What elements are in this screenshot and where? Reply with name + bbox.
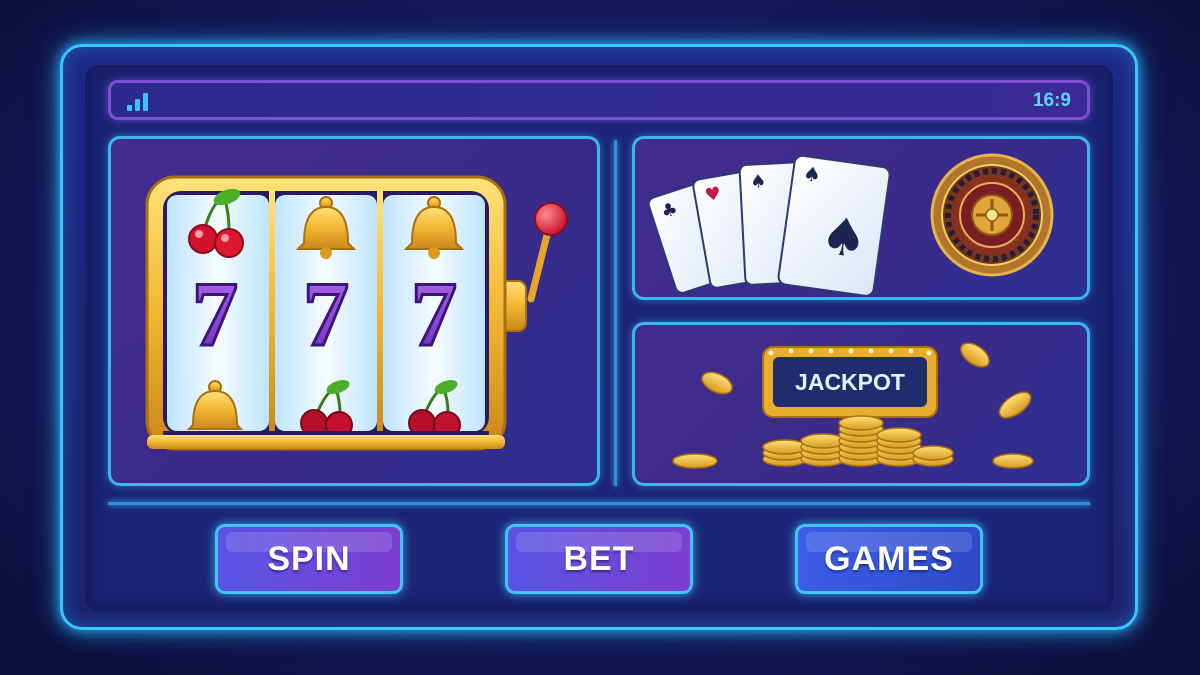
slot-lever[interactable] xyxy=(495,202,568,332)
slot-machine-art: 7 7 7 xyxy=(145,175,568,451)
bet-button[interactable]: BET xyxy=(505,524,693,594)
signal-bars-icon xyxy=(127,91,153,111)
jackpot-panel[interactable]: JACKPOT xyxy=(632,322,1090,486)
aspect-ratio-label: 16:9 xyxy=(1032,90,1071,111)
roulette-wheel-icon xyxy=(930,153,1054,277)
spin-button[interactable]: SPIN xyxy=(215,524,403,594)
panel-divider-horizontal xyxy=(108,502,1090,505)
games-button[interactable]: GAMES xyxy=(795,524,983,594)
playing-cards-icon: ♣ ♥ ♠ ♠ ♠ xyxy=(647,154,891,297)
games-button-label: GAMES xyxy=(824,539,954,578)
jackpot-label: JACKPOT xyxy=(795,369,905,395)
status-bar: 16:9 xyxy=(108,80,1090,120)
jackpot-sign: JACKPOT xyxy=(762,346,938,418)
spin-button-label: SPIN xyxy=(267,539,351,578)
panel-divider-vertical xyxy=(614,140,617,486)
seven-symbol: 7 xyxy=(303,263,349,365)
coin-pile-icon xyxy=(672,415,1034,469)
seven-symbol: 7 xyxy=(411,263,457,365)
slot-machine-panel[interactable]: 7 7 7 xyxy=(108,136,600,486)
seven-symbol: 7 xyxy=(192,263,238,365)
table-games-panel[interactable]: ♣ ♥ ♠ ♠ ♠ xyxy=(632,136,1090,300)
jackpot-art: JACKPOT xyxy=(672,342,1034,469)
bet-button-label: BET xyxy=(563,539,635,578)
svg-text:♠: ♠ xyxy=(802,161,823,187)
svg-text:♠: ♠ xyxy=(750,171,767,193)
svg-text:♠: ♠ xyxy=(817,205,872,271)
cards-roulette-art: ♣ ♥ ♠ ♠ ♠ xyxy=(647,153,1054,297)
